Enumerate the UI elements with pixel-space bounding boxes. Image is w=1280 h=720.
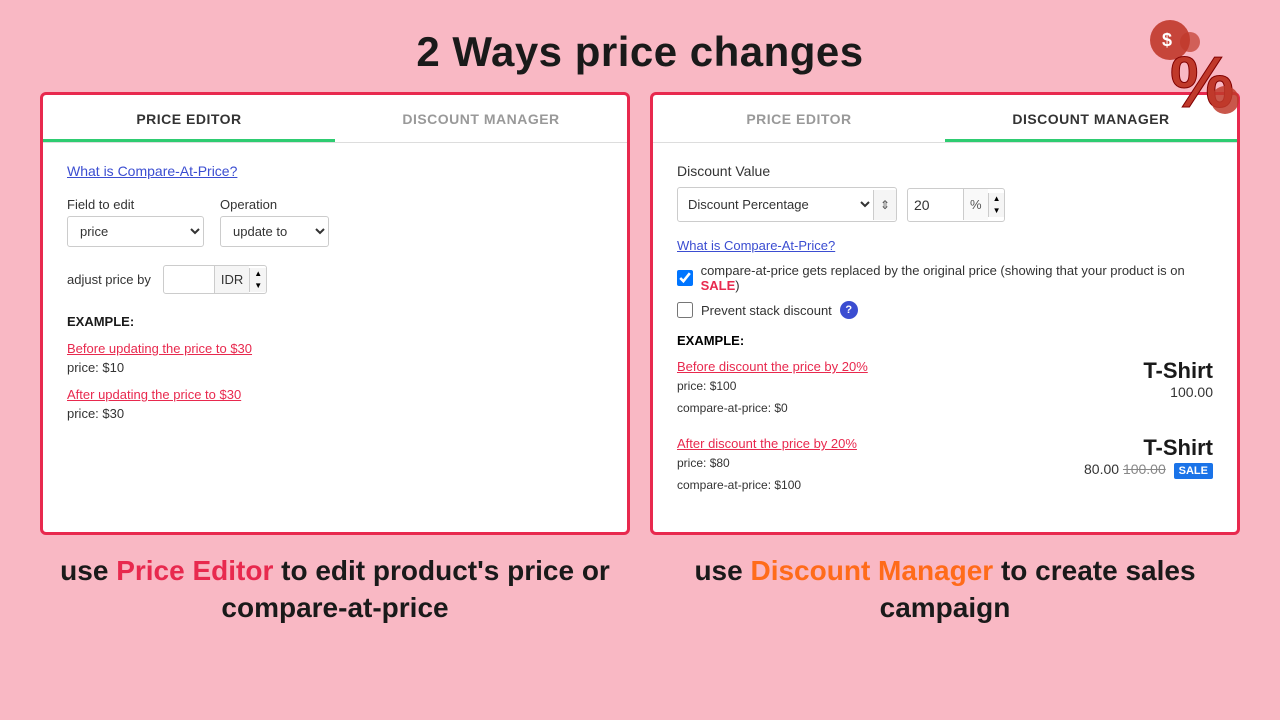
before-compare-val: $0	[774, 401, 787, 415]
prevent-stack-checkbox[interactable]	[677, 302, 693, 318]
checkbox-stack-row: Prevent stack discount ?	[677, 301, 1213, 319]
operation-label: Operation	[220, 197, 329, 212]
after-price-text: price: $30	[67, 406, 603, 421]
before-price-label: price:	[677, 379, 710, 393]
compare-replace-checkbox[interactable]	[677, 270, 693, 286]
footer-left-text2: to edit product's price or compare-at-pr…	[221, 555, 609, 622]
discount-amount-input[interactable]	[908, 189, 963, 221]
idr-spinners: ▲ ▼	[249, 268, 266, 292]
before-product-name: T-Shirt	[1143, 358, 1213, 384]
after-compare-label: compare-at-price:	[677, 478, 774, 492]
compare-at-price-link-right[interactable]: What is Compare-At-Price?	[677, 238, 1213, 253]
right-panel-body: Discount Value Discount Percentage Disco…	[653, 143, 1237, 532]
footer-left-text1: use	[60, 555, 116, 586]
sale-badge: SALE	[1174, 463, 1213, 479]
help-icon[interactable]: ?	[840, 301, 858, 319]
after-compare-val: $100	[774, 478, 801, 492]
after-price-link[interactable]: After updating the price to $30	[67, 387, 603, 402]
field-operation-row: Field to edit price compare-at-price Ope…	[67, 197, 603, 247]
after-price-old: 100.00	[1123, 461, 1166, 477]
field-to-edit-label: Field to edit	[67, 197, 204, 212]
after-card-header: After discount the price by 20% price: $…	[677, 435, 1213, 496]
operation-group: Operation update to increase by decrease…	[220, 197, 329, 247]
page-title: 2 Ways price changes	[0, 0, 1280, 92]
left-panel: PRICE EDITOR DISCOUNT MANAGER What is Co…	[40, 92, 630, 535]
checkbox-replace-row: compare-at-price gets replaced by the or…	[677, 263, 1213, 293]
discount-spinner-up[interactable]: ▲	[989, 193, 1005, 205]
adjust-price-input[interactable]	[164, 266, 214, 293]
after-price-new: 80.00	[1084, 461, 1119, 477]
field-to-edit-select[interactable]: price compare-at-price	[67, 216, 204, 247]
after-price-label: price:	[677, 456, 710, 470]
operation-select[interactable]: update to increase by decrease by	[220, 216, 329, 247]
before-discount-card: Before discount the price by 20% price: …	[677, 358, 1213, 419]
compare-replace-text: compare-at-price gets replaced by the or…	[701, 263, 1213, 293]
before-compare-label: compare-at-price:	[677, 401, 774, 415]
spinner-up[interactable]: ▲	[250, 268, 266, 280]
before-card-details: price: $100 compare-at-price: $0	[677, 376, 868, 419]
discount-amount-wrap: % ▲ ▼	[907, 188, 1005, 222]
field-to-edit-group: Field to edit price compare-at-price	[67, 197, 204, 247]
footer-left: use Price Editor to edit product's price…	[42, 553, 628, 626]
discount-value-label: Discount Value	[677, 163, 1213, 179]
currency-label: IDR	[214, 266, 249, 293]
left-panel-body: What is Compare-At-Price? Field to edit …	[43, 143, 627, 453]
footer-right-text1: use	[694, 555, 750, 586]
footer-right: use Discount Manager to create sales cam…	[652, 553, 1238, 626]
before-price-val: $100	[710, 379, 737, 393]
discount-spinner-down[interactable]: ▼	[989, 205, 1005, 217]
percent-unit-label: %	[963, 189, 988, 220]
sale-text: SALE	[701, 278, 736, 293]
adjust-label: adjust price by	[67, 272, 151, 287]
before-card-header: Before discount the price by 20% price: …	[677, 358, 1213, 419]
after-discount-link[interactable]: After discount the price by 20%	[677, 436, 857, 451]
before-product-price: 100.00	[1143, 384, 1213, 400]
after-product-name: T-Shirt	[1084, 435, 1213, 461]
tab-price-editor-right[interactable]: PRICE EDITOR	[653, 95, 945, 142]
tab-discount-manager-left[interactable]: DISCOUNT MANAGER	[335, 95, 627, 142]
main-content: PRICE EDITOR DISCOUNT MANAGER What is Co…	[0, 92, 1280, 535]
discount-type-wrap: Discount Percentage Discount Fixed Amoun…	[677, 187, 897, 222]
after-price-val: $80	[710, 456, 730, 470]
percent-icon: $ %	[1140, 12, 1250, 137]
example-title-right: EXAMPLE:	[677, 333, 1213, 348]
after-card-details: price: $80 compare-at-price: $100	[677, 453, 857, 496]
example-section-left: EXAMPLE: Before updating the price to $3…	[67, 314, 603, 421]
adjust-row: adjust price by IDR ▲ ▼	[67, 265, 603, 294]
footer-price-editor-highlight: Price Editor	[116, 555, 273, 586]
before-price-text: price: $10	[67, 360, 603, 375]
prevent-stack-label: Prevent stack discount	[701, 303, 832, 318]
discount-select-arrow-icon: ⇕	[873, 190, 896, 220]
footer-discount-manager-highlight: Discount Manager	[750, 555, 993, 586]
tab-price-editor-left[interactable]: PRICE EDITOR	[43, 95, 335, 142]
before-price-link[interactable]: Before updating the price to $30	[67, 341, 603, 356]
discount-type-select[interactable]: Discount Percentage Discount Fixed Amoun…	[678, 188, 873, 221]
compare-at-price-link-left[interactable]: What is Compare-At-Price?	[67, 163, 603, 179]
example-section-right: EXAMPLE: Before discount the price by 20…	[677, 333, 1213, 496]
discount-input-row: Discount Percentage Discount Fixed Amoun…	[677, 187, 1213, 222]
left-tabs: PRICE EDITOR DISCOUNT MANAGER	[43, 95, 627, 143]
before-discount-link[interactable]: Before discount the price by 20%	[677, 359, 868, 374]
page-header: 2 Ways price changes	[0, 0, 1280, 92]
after-discount-card: After discount the price by 20% price: $…	[677, 435, 1213, 496]
right-panel: PRICE EDITOR DISCOUNT MANAGER Discount V…	[650, 92, 1240, 535]
example-title-left: EXAMPLE:	[67, 314, 603, 329]
spinner-down[interactable]: ▼	[250, 280, 266, 292]
discount-spinners: ▲ ▼	[988, 193, 1005, 217]
after-product-prices: 80.00 100.00 SALE	[1084, 461, 1213, 477]
footer: use Price Editor to edit product's price…	[0, 535, 1280, 626]
idr-input-wrap: IDR ▲ ▼	[163, 265, 267, 294]
